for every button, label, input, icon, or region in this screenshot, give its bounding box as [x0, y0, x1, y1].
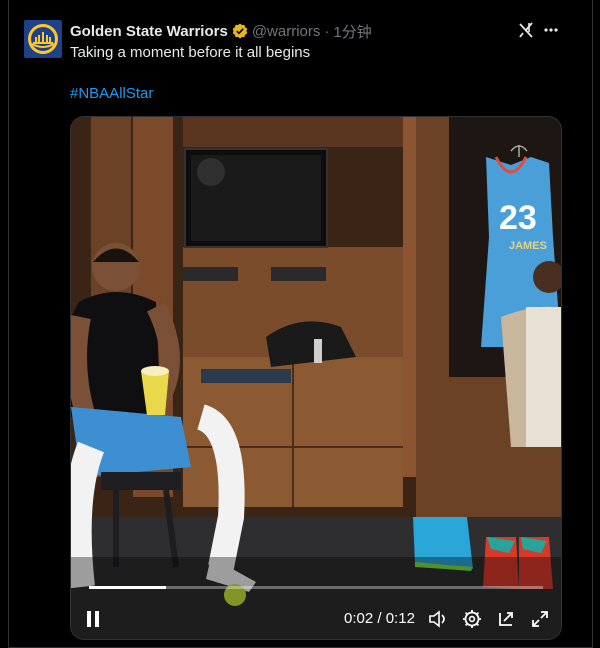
pause-icon[interactable] — [83, 609, 103, 629]
author-name[interactable]: Golden State Warriors — [70, 23, 228, 40]
video-controls: 0:02 / 0:12 — [71, 595, 561, 639]
video-time: 0:02 / 0:12 — [344, 610, 415, 627]
current-time: 0:02 — [344, 610, 374, 627]
post-text: Taking a moment before it all begins — [70, 44, 311, 61]
video-player[interactable]: 23 JAMES 0:02 / 0:12 — [70, 116, 562, 640]
fullscreen-icon[interactable] — [530, 609, 550, 629]
video-frame: 23 JAMES — [71, 117, 561, 639]
popout-icon[interactable] — [496, 609, 516, 629]
progress-fill — [89, 586, 167, 589]
post-header: Golden State Warriors @warriors · 1分钟 — [70, 20, 372, 42]
duration: 0:12 — [385, 610, 415, 627]
progress-bar[interactable] — [89, 586, 543, 589]
more-icon[interactable] — [543, 20, 559, 40]
time-separator: / — [377, 610, 382, 627]
settings-icon[interactable] — [462, 609, 482, 629]
post-time[interactable]: 1分钟 — [333, 21, 371, 42]
jersey-number: 23 — [499, 199, 537, 237]
separator: · — [324, 22, 330, 40]
grok-icon[interactable] — [517, 20, 535, 40]
verified-badge-icon — [232, 23, 248, 39]
volume-icon[interactable] — [428, 609, 448, 629]
author-handle[interactable]: @warriors — [252, 23, 321, 40]
jersey-name: JAMES — [509, 240, 547, 252]
team-logo — [28, 24, 58, 54]
avatar[interactable] — [24, 20, 62, 58]
hashtag-link[interactable]: #NBAAllStar — [70, 85, 153, 102]
